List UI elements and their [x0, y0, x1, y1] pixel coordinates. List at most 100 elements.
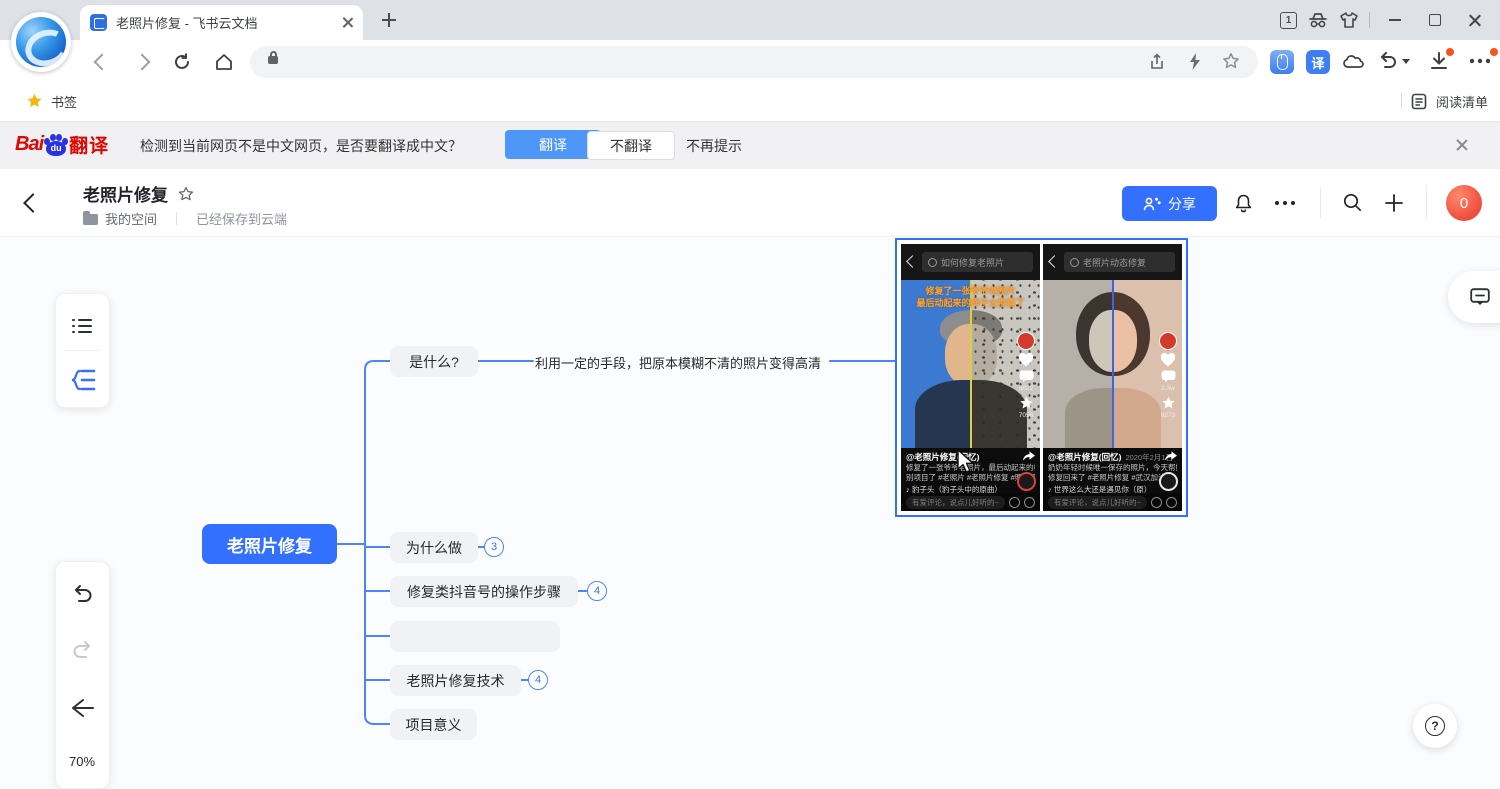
mention-icon — [1151, 497, 1162, 508]
extensions-icon[interactable] — [1342, 51, 1365, 73]
menu-ellipsis-button[interactable] — [1468, 58, 1492, 64]
lightning-icon[interactable] — [1187, 52, 1203, 71]
translate-bar-close-icon[interactable] — [1456, 139, 1468, 151]
like-icon — [1160, 353, 1176, 367]
mindmap-note-what[interactable]: 利用一定的手段，把原本模糊不清的照片变得高清 — [535, 353, 821, 372]
phone-right-search: 老照片动态修复 — [1064, 252, 1175, 272]
douyin-action-rail: 5822 7056 — [1014, 332, 1038, 419]
reload-button[interactable] — [172, 52, 192, 72]
mindmap-node-meaning[interactable]: 项目意义 — [390, 709, 477, 740]
share-page-icon[interactable] — [1148, 53, 1166, 71]
address-bar[interactable] — [250, 46, 1258, 78]
incognito-icon[interactable] — [1307, 11, 1329, 29]
feishu-favicon-icon — [90, 14, 107, 31]
redo-button[interactable] — [71, 640, 94, 660]
mindmap-node-tech[interactable]: 老照片修复技术 — [390, 665, 521, 696]
mindmap-node-steps[interactable]: 修复类抖音号的操作步骤 — [390, 576, 578, 607]
phone-back-icon — [1048, 255, 1061, 268]
back-button[interactable] — [94, 54, 111, 71]
bookmarks-label: 书签 — [51, 92, 77, 111]
phone-right-comment-bar: 有爱评论，说点儿好听的~ — [1043, 493, 1182, 511]
collapse-badge-steps[interactable]: 4 — [587, 581, 607, 601]
forward-button[interactable] — [134, 54, 151, 71]
search-icon — [1070, 258, 1079, 267]
doc-back-button[interactable] — [26, 196, 40, 210]
phone-right-caption: @老照片修复(回忆)2020年2月1日 奶奶年轻时候唯一保存的照片，今天帮她 修… — [1043, 448, 1182, 493]
doc-space-breadcrumb[interactable]: 我的空间 — [105, 209, 157, 228]
mouse-cursor — [956, 449, 975, 475]
comment-bubble-icon — [1470, 288, 1490, 306]
window-close-button[interactable] — [1460, 5, 1490, 35]
share-arrow-icon — [1164, 450, 1178, 462]
tab-title: 老照片修复 - 飞书云文档 — [116, 13, 342, 32]
never-remind-button[interactable]: 不再提示 — [686, 136, 742, 156]
undo-button[interactable] — [71, 584, 94, 604]
bookmarks-toggle[interactable]: 书签 — [26, 84, 77, 118]
comment-icon — [1019, 370, 1034, 383]
emoji-icon — [1166, 497, 1177, 508]
collapse-badge-why[interactable]: 3 — [484, 537, 504, 557]
bookmark-star-icon[interactable] — [1222, 52, 1240, 70]
share-button[interactable]: 分享 — [1122, 186, 1217, 221]
no-translate-button[interactable]: 不翻译 — [587, 131, 675, 160]
baidu-translate-bar: Bai du 翻译 检测到当前网页不是中文网页，是否要翻译成中文？ 翻译 不翻译… — [0, 121, 1500, 170]
mouse-gesture-icon[interactable] — [1270, 50, 1294, 74]
undo-dropdown-caret[interactable] — [1402, 59, 1410, 64]
douyin-screenshot-right: 老照片动态修复 2.3w 9273 @老照片修复(回忆) — [1043, 244, 1182, 511]
music-disc-icon — [1017, 472, 1036, 491]
window-minimize-button[interactable] — [1380, 5, 1410, 35]
phone-back-icon — [906, 255, 919, 268]
comment-icon — [1161, 370, 1176, 383]
bookmarks-star-icon — [26, 93, 43, 109]
translate-toolbar-icon[interactable]: 译 — [1306, 50, 1330, 74]
share-arrow-icon — [1022, 450, 1036, 462]
theme-skin-icon[interactable] — [1339, 11, 1359, 29]
tab-close-icon[interactable] — [342, 17, 353, 28]
phone-left-search: 如何修复老照片 — [922, 252, 1033, 272]
help-button[interactable]: ? — [1413, 704, 1457, 748]
photo-overlay-title: 修复了一张爷爷老照片 最后动起来的样子太惊喜了 — [901, 285, 1040, 309]
doc-create-plus-icon[interactable] — [1385, 194, 1403, 212]
new-tab-button[interactable] — [382, 13, 396, 27]
author-avatar — [1159, 332, 1177, 350]
doc-favorite-star-icon[interactable] — [178, 186, 194, 202]
browser-tab[interactable]: 老照片修复 - 飞书云文档 — [80, 5, 363, 40]
browser-toolbar: 译 — [0, 40, 1500, 84]
phone-right-header: 老照片动态修复 — [1043, 244, 1182, 280]
collapse-badge-tech[interactable]: 4 — [528, 670, 548, 690]
notifications-bell-icon[interactable] — [1233, 193, 1254, 214]
window-maximize-button[interactable] — [1420, 5, 1450, 35]
browser-logo[interactable] — [11, 12, 71, 72]
mindmap-node-why[interactable]: 为什么做 — [390, 532, 478, 563]
mindmap-node-what[interactable]: 是什么? — [390, 346, 478, 377]
undo-toolbar-button[interactable] — [1378, 52, 1410, 70]
outline-view-button[interactable] — [72, 319, 92, 335]
doc-save-status: 已经保存到云端 — [196, 209, 287, 228]
center-to-root-button[interactable] — [70, 698, 96, 718]
author-avatar — [1017, 332, 1035, 350]
home-button[interactable] — [214, 52, 234, 72]
comments-panel-button[interactable] — [1448, 271, 1500, 323]
folder-icon — [83, 214, 98, 225]
zoom-level[interactable]: 70% — [69, 754, 95, 769]
menu-badge — [1490, 48, 1498, 56]
like-icon — [1018, 353, 1034, 367]
doc-title: 老照片修复 — [83, 181, 168, 206]
mindmap-canvas[interactable]: 70% 老照片修复 是什么? 利用一定的手段，把原本模糊不清的照片变得高清 为什… — [0, 236, 1500, 789]
doc-search-icon[interactable] — [1342, 192, 1363, 213]
user-avatar[interactable]: 0 — [1446, 185, 1482, 221]
download-button[interactable] — [1428, 51, 1450, 72]
mindmap-attached-images[interactable]: 如何修复老照片 修复了一张爷爷老照片 最后动起来的样子太惊喜了 5 — [895, 238, 1188, 517]
tab-count-badge[interactable]: 1 — [1280, 12, 1297, 29]
share-people-icon — [1143, 196, 1161, 211]
reading-list-label[interactable]: 阅读清单 — [1436, 92, 1488, 111]
view-switch-panel — [55, 293, 110, 408]
baidu-paw-icon: du — [44, 134, 68, 156]
mindmap-view-button[interactable] — [70, 369, 96, 391]
question-mark-icon: ? — [1425, 716, 1445, 736]
download-badge — [1446, 48, 1454, 56]
restore-split-line — [1112, 280, 1114, 448]
mindmap-root-node[interactable]: 老照片修复 — [202, 524, 337, 564]
doc-more-button[interactable] — [1273, 200, 1297, 206]
mindmap-node-empty[interactable] — [390, 621, 560, 652]
